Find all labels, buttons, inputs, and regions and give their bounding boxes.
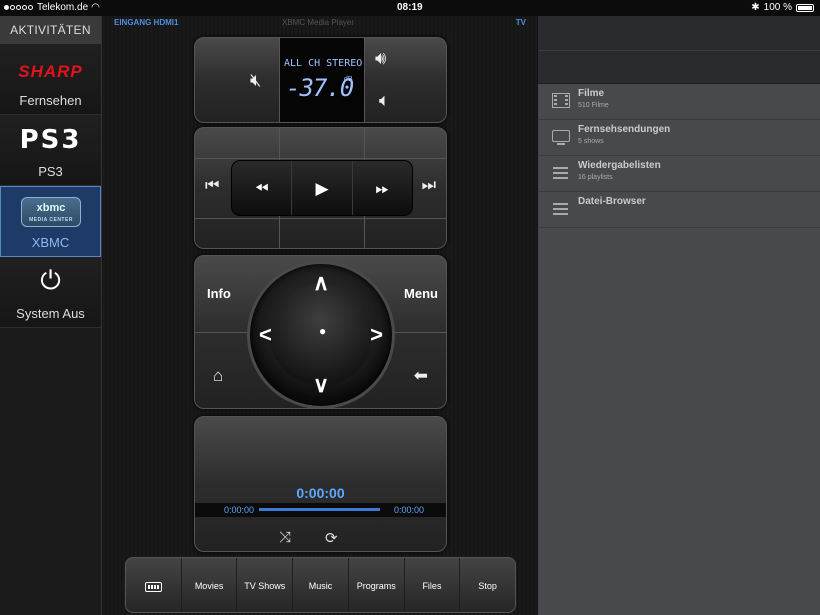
list-icon (553, 203, 568, 215)
xbmc-logo: xbmc MEDIA CENTER (21, 197, 81, 227)
volume-panel: 🔇︎ ALL CH STEREO -37.0 dB 🔊︎ 🔈︎ (194, 37, 447, 123)
tv-shows-button[interactable]: TV Shows (237, 558, 294, 612)
display-unit: dB (344, 76, 353, 83)
arrow-left-icon[interactable]: < (259, 322, 272, 348)
home-icon[interactable]: ⌂ (213, 366, 223, 386)
activity-label: XBMC (31, 235, 70, 250)
power-icon: ⏻ (40, 265, 61, 295)
remote-header: EINGANG HDMI1 XBMC Media Player TV (102, 16, 538, 30)
receiver-display: ALL CH STEREO -37.0 dB (279, 38, 365, 122)
library-header (538, 16, 820, 84)
list-icon (553, 167, 568, 179)
activity-fernsehen[interactable]: SHARP Fernsehen (0, 44, 101, 115)
skip-previous-icon[interactable]: ⏮︎ (205, 177, 219, 195)
files-button[interactable]: Files (405, 558, 461, 612)
library-item-title: Wiedergabelisten (578, 160, 661, 171)
sharp-logo: SHARP (18, 62, 83, 81)
display-mode: ALL CH STEREO (284, 58, 363, 69)
library-item-subtitle: 5 shows (578, 138, 604, 145)
device-label: TV (515, 18, 526, 27)
library-item-wiedergabelisten[interactable]: Wiedergabelisten 16 playlists (538, 156, 820, 192)
arrow-down-icon[interactable]: ∨ (313, 372, 329, 398)
arrow-right-icon[interactable]: > (370, 322, 383, 348)
activity-label: PS3 (38, 164, 63, 179)
progress-track[interactable] (259, 508, 380, 511)
ps3-logo: PS3 (19, 125, 82, 155)
menu-button[interactable]: Menu (404, 286, 438, 301)
movies-button[interactable]: Movies (182, 558, 238, 612)
remote-control: EINGANG HDMI1 XBMC Media Player TV 🔇︎ AL… (102, 16, 538, 615)
arrow-up-icon[interactable]: ∧ (313, 270, 329, 296)
activity-label: Fernsehen (19, 93, 82, 108)
activity-label: System Aus (16, 306, 85, 321)
library-item-datei-browser[interactable]: Datei-Browser (538, 192, 820, 228)
library-item-title: Datei-Browser (578, 196, 646, 207)
library-item-subtitle: 510 Filme (578, 102, 609, 109)
signal-icon (4, 2, 34, 13)
music-button[interactable]: Music (293, 558, 349, 612)
library-item-subtitle: 16 playlists (578, 174, 613, 181)
library-item-fernsehsendungen[interactable]: Fernsehsendungen 5 shows (538, 120, 820, 156)
volume-up-icon[interactable]: 🔊︎ (375, 48, 386, 69)
carrier-info: Telekom.de ◠ (4, 2, 100, 13)
repeat-icon[interactable]: ⟳ (325, 529, 338, 547)
navigation-panel: Info Menu ⌂ ⬅ ∧ ∨ < > ● (194, 255, 447, 409)
library-panel: Filme 510 Filme Fernsehsendungen 5 shows… (538, 16, 820, 615)
now-playing-panel: 0:00:00 0:00:00 0:00:00 ⤨ ⟳ (194, 416, 447, 552)
keyboard-icon (144, 581, 162, 592)
battery-icon (796, 3, 814, 12)
transport-controls: ⏪︎ ▶︎ ⏩︎ (231, 160, 413, 216)
select-button[interactable]: ● (319, 324, 326, 338)
wifi-icon: ◠ (91, 2, 100, 13)
progress-bar[interactable]: 0:00:00 0:00:00 (195, 503, 446, 517)
volume-down-icon[interactable]: 🔈︎ (379, 90, 390, 111)
fast-forward-button[interactable]: ⏩︎ (353, 161, 412, 215)
activity-ps3[interactable]: PS3 PS3 (0, 115, 101, 186)
activities-header: AKTIVITÄTEN (0, 16, 101, 44)
info-button[interactable]: Info (207, 286, 231, 301)
playback-time: 0:00:00 (296, 485, 345, 501)
programs-button[interactable]: Programs (349, 558, 405, 612)
play-button[interactable]: ▶︎ (292, 161, 353, 215)
stop-button[interactable]: Stop (460, 558, 515, 612)
library-item-title: Filme (578, 88, 605, 99)
status-bar: Telekom.de ◠ 08:19 ✱ 100 % (0, 0, 820, 16)
carrier-name: Telekom.de (37, 2, 89, 13)
tv-icon (552, 130, 570, 145)
directional-pad: ∧ ∨ < > ● (247, 261, 395, 408)
clock: 08:19 (397, 2, 423, 13)
back-icon[interactable]: ⬅ (414, 366, 428, 386)
bluetooth-icon: ✱ (751, 2, 760, 13)
activity-xbmc[interactable]: xbmc MEDIA CENTER XBMC (0, 186, 101, 257)
transport-panel: ⏮︎ ⏪︎ ▶︎ ⏩︎ ⏭︎ (194, 127, 447, 249)
rewind-button[interactable]: ⏪︎ (232, 161, 293, 215)
library-item-filme[interactable]: Filme 510 Filme (538, 84, 820, 120)
keyboard-button[interactable] (126, 558, 182, 612)
app-title: XBMC Media Player (282, 18, 355, 27)
activity-system-aus[interactable]: ⏻ System Aus (0, 257, 101, 328)
battery-info: ✱ 100 % (751, 2, 814, 13)
activities-sidebar: AKTIVITÄTEN SHARP Fernsehen PS3 PS3 xbmc… (0, 16, 102, 615)
remaining-time: 0:00:00 (393, 505, 424, 515)
shuffle-icon[interactable]: ⤨ (279, 529, 291, 546)
input-label: EINGANG HDMI1 (114, 18, 179, 27)
battery-percent: 100 % (763, 2, 792, 13)
elapsed-time: 0:00:00 (224, 505, 255, 515)
skip-next-icon[interactable]: ⏭︎ (422, 177, 436, 195)
mute-icon[interactable]: 🔇︎ (250, 70, 261, 91)
bottom-bar: Movies TV Shows Music Programs Files Sto… (125, 557, 516, 613)
library-item-title: Fernsehsendungen (578, 124, 671, 135)
film-icon (552, 93, 570, 108)
